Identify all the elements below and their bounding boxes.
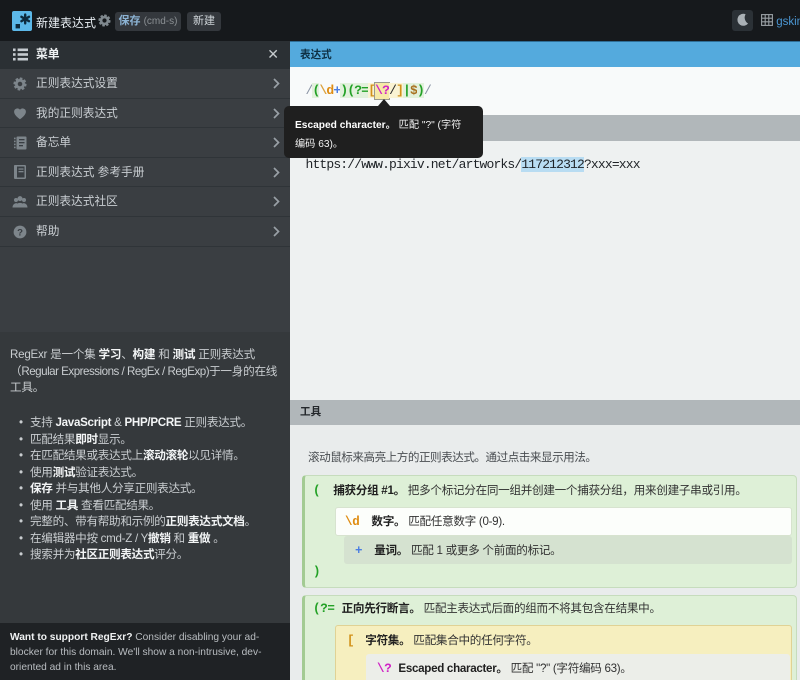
svg-text:?: ? xyxy=(17,227,23,238)
